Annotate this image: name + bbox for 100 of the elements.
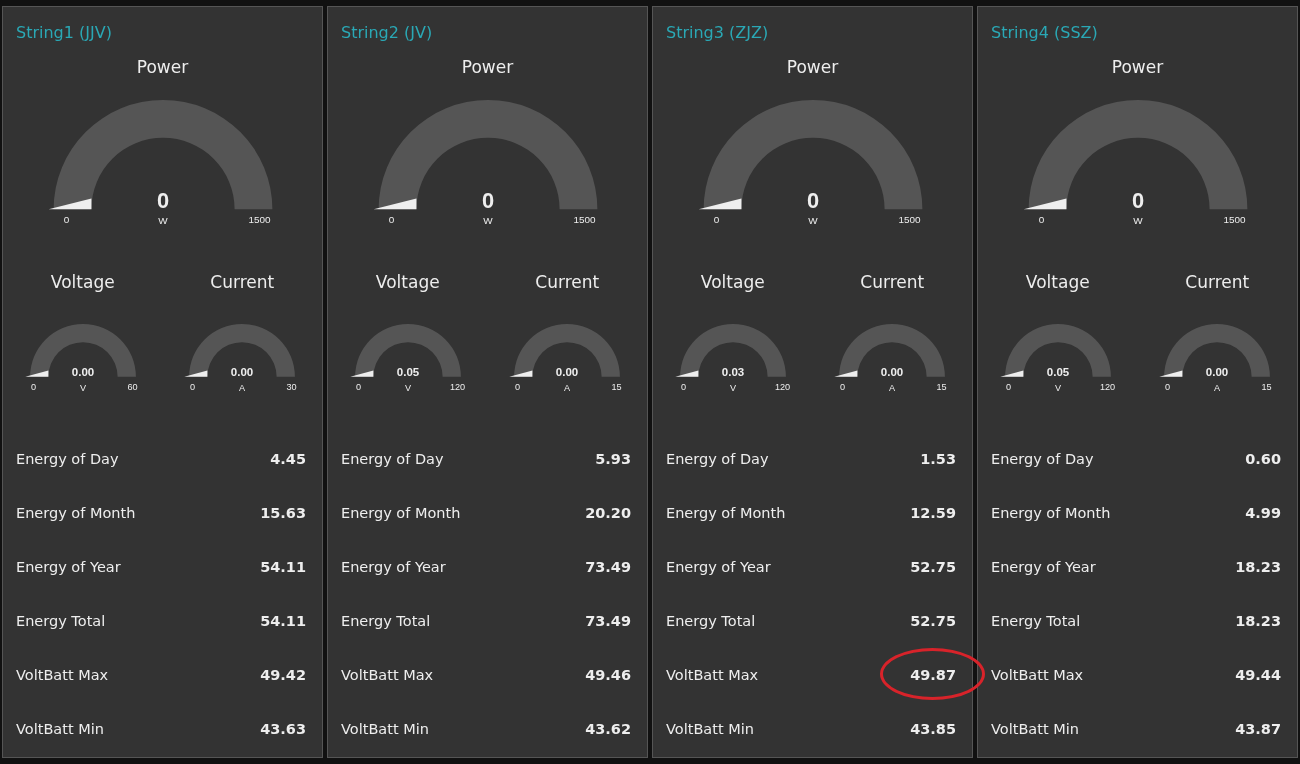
gauge-value: 0.00 xyxy=(881,365,904,378)
gauge-min: 0 xyxy=(1038,214,1044,226)
row-label: Energy of Month xyxy=(16,504,136,524)
gauge-max: 120 xyxy=(1099,382,1115,393)
row-label: VoltBatt Max xyxy=(341,666,434,686)
gauge-value: 0.00 xyxy=(1206,365,1229,378)
row-label: Energy Total xyxy=(341,612,431,632)
row-value: 43.62 xyxy=(585,720,631,740)
gauge-max: 1500 xyxy=(572,214,595,226)
gauge-title: Current xyxy=(210,270,275,294)
row-label: Energy of Day xyxy=(341,450,444,470)
row-label: Energy of Day xyxy=(991,450,1094,470)
row-label: VoltBatt Min xyxy=(16,720,104,740)
row-value: 4.45 xyxy=(270,450,306,470)
gauge-value: 0.05 xyxy=(396,365,419,378)
gauge-min: 0 xyxy=(1165,382,1171,393)
row-label: VoltBatt Min xyxy=(991,720,1079,740)
row-value: 18.23 xyxy=(1235,612,1281,632)
gauge-value: 0 xyxy=(481,188,494,214)
row-value: 43.85 xyxy=(910,720,956,740)
gauge-title: Current xyxy=(1185,270,1250,294)
row-label: Energy Total xyxy=(991,612,1081,632)
gauge-needle xyxy=(509,370,533,377)
gauge-value: 0.00 xyxy=(556,365,579,378)
row-value: 73.49 xyxy=(585,612,631,632)
gauge-max: 15 xyxy=(1261,382,1272,393)
row-label: Energy of Year xyxy=(16,558,121,578)
gauge-min: 0 xyxy=(1005,382,1011,393)
gauge-title: Voltage xyxy=(1025,270,1090,294)
row-label: Energy Total xyxy=(16,612,106,632)
row-value: 54.11 xyxy=(260,612,306,632)
gauge-needle xyxy=(675,370,699,377)
gauge-value: 0.00 xyxy=(71,365,94,378)
gauge-value: 0.05 xyxy=(1046,365,1069,378)
row-label: VoltBatt Max xyxy=(666,666,759,686)
row-value: 15.63 xyxy=(260,504,306,524)
gauge-min: 0 xyxy=(63,214,69,226)
row-label: Energy of Year xyxy=(666,558,771,578)
gauge-max: 120 xyxy=(449,382,465,393)
gauge-unit: W xyxy=(807,215,818,227)
row-value: 20.20 xyxy=(585,504,631,524)
row-label: VoltBatt Min xyxy=(341,720,429,740)
row-value: 12.59 xyxy=(910,504,956,524)
gauge-title: Voltage xyxy=(700,270,765,294)
gauge-max: 1500 xyxy=(247,214,270,226)
gauge-needle xyxy=(834,370,858,377)
gauge-max: 15 xyxy=(611,382,622,393)
gauge-unit: V xyxy=(404,383,411,394)
row-value: 49.46 xyxy=(585,666,631,686)
gauge-unit: W xyxy=(157,215,168,227)
row-label: Energy of Year xyxy=(341,558,446,578)
gauge-value: 0 xyxy=(806,188,819,214)
gauge-title: Voltage xyxy=(50,270,115,294)
gauge-min: 0 xyxy=(30,382,36,393)
panel-title: String2 (JV) xyxy=(340,22,434,44)
gauge-needle xyxy=(25,370,49,377)
gauge-title: Power xyxy=(785,55,840,79)
gauge-max: 30 xyxy=(286,382,297,393)
gauge-needle xyxy=(350,370,374,377)
gauge-min: 0 xyxy=(680,382,686,393)
gauge-value: 0.00 xyxy=(231,365,254,378)
gauge-unit: W xyxy=(1132,215,1143,227)
row-value: 49.42 xyxy=(260,666,306,686)
row-label: VoltBatt Max xyxy=(16,666,109,686)
row-value: 73.49 xyxy=(585,558,631,578)
gauge-title: Power xyxy=(135,55,190,79)
gauge-title: Current xyxy=(535,270,600,294)
gauge-value: 0 xyxy=(156,188,169,214)
row-label: Energy of Day xyxy=(16,450,119,470)
gauge-unit: V xyxy=(1054,383,1061,394)
gauge-min: 0 xyxy=(713,214,719,226)
gauge-unit: A xyxy=(564,383,571,394)
gauge-value: 0 xyxy=(1131,188,1144,214)
row-value: 52.75 xyxy=(910,558,956,578)
gauge-max: 15 xyxy=(936,382,947,393)
gauge-min: 0 xyxy=(355,382,361,393)
gauge-min: 0 xyxy=(388,214,394,226)
panel-title: String3 (ZJZ) xyxy=(665,22,770,44)
gauge-max: 1500 xyxy=(1222,214,1245,226)
row-label: Energy of Month xyxy=(666,504,786,524)
gauge-unit: V xyxy=(729,383,736,394)
row-label: Energy of Year xyxy=(991,558,1096,578)
gauge-value: 0.03 xyxy=(721,365,744,378)
gauge-min: 0 xyxy=(515,382,521,393)
gauge-max: 120 xyxy=(774,382,790,393)
gauge-max: 1500 xyxy=(897,214,920,226)
panel-title: String4 (SSZ) xyxy=(990,22,1099,44)
gauge-min: 0 xyxy=(190,382,196,393)
row-label: Energy Total xyxy=(666,612,756,632)
gauge-title: Current xyxy=(860,270,925,294)
gauge-needle xyxy=(1159,370,1183,377)
row-value: 43.63 xyxy=(260,720,306,740)
row-value: 0.60 xyxy=(1245,450,1281,470)
row-value: 43.87 xyxy=(1235,720,1281,740)
gauge-min: 0 xyxy=(840,382,846,393)
gauge-unit: W xyxy=(482,215,493,227)
row-label: Energy of Day xyxy=(666,450,769,470)
gauge-max: 60 xyxy=(127,382,138,393)
row-value: 18.23 xyxy=(1235,558,1281,578)
row-value: 52.75 xyxy=(910,612,956,632)
